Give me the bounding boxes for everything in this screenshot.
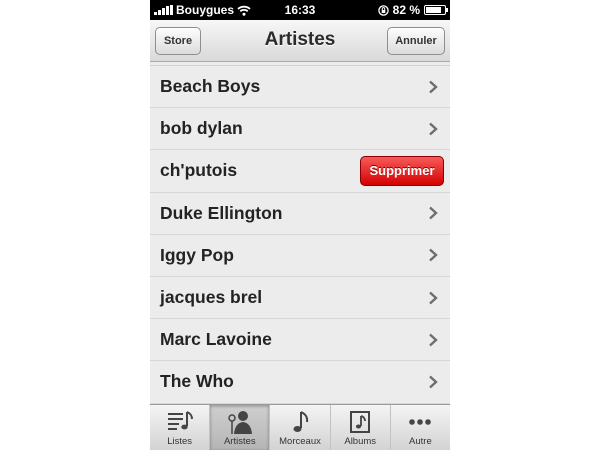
- artist-name: The Who: [160, 371, 234, 392]
- rotation-lock-icon: [377, 4, 389, 16]
- status-bar: Bouygues 16:33 82 %: [150, 0, 450, 20]
- tab-label: Albums: [344, 436, 377, 447]
- chevron-right-icon: [429, 375, 438, 389]
- list-item[interactable]: Iggy Pop: [150, 234, 450, 277]
- delete-button[interactable]: Supprimer: [360, 155, 444, 186]
- chevron-right-icon: [429, 122, 438, 136]
- more-icon: [409, 419, 432, 425]
- artist-list: Beach Boys bob dylan ch'putois Supprimer…: [150, 62, 450, 404]
- battery-icon: [424, 5, 448, 15]
- battery-percent: 82 %: [392, 3, 420, 17]
- list-item[interactable]: Duke Ellington: [150, 192, 450, 235]
- artist-name: Duke Ellington: [160, 202, 283, 223]
- tab-label: Morceaux: [279, 436, 321, 447]
- playlist-icon: [167, 411, 193, 430]
- tab-artistes[interactable]: Artistes: [209, 405, 270, 450]
- cancel-button[interactable]: Annuler: [387, 27, 445, 55]
- artist-name: jacques brel: [160, 287, 263, 308]
- artist-name: Iggy Pop: [160, 244, 234, 265]
- tab-autre[interactable]: Autre: [389, 405, 450, 450]
- navigation-bar: Store Artistes Annuler: [150, 20, 450, 62]
- signal-icon: [154, 5, 173, 15]
- album-icon: [350, 411, 371, 433]
- artist-name: Beach Boys: [160, 76, 261, 97]
- list-item[interactable]: ch'putois Supprimer: [150, 150, 450, 193]
- phone-screen: Bouygues 16:33 82 % Store Artistes Annul…: [150, 0, 450, 450]
- tab-label: Artistes: [223, 436, 256, 447]
- chevron-right-icon: [429, 248, 438, 262]
- list-item[interactable]: bob dylan: [150, 108, 450, 151]
- chevron-right-icon: [429, 206, 438, 220]
- tab-label: Listes: [167, 436, 193, 447]
- artist-name: bob dylan: [160, 118, 243, 139]
- status-left: Bouygues: [154, 0, 251, 20]
- list-item[interactable]: Beach Boys: [150, 66, 450, 109]
- artist-icon: [228, 411, 252, 434]
- chevron-right-icon: [429, 333, 438, 347]
- music-note-icon: [293, 411, 309, 432]
- wifi-icon: [237, 5, 251, 16]
- tab-listes[interactable]: Listes: [150, 405, 209, 450]
- artist-name: ch'putois: [160, 160, 238, 181]
- status-right: 82 %: [377, 0, 448, 20]
- artist-name: Marc Lavoine: [160, 329, 272, 350]
- chevron-right-icon: [429, 80, 438, 93]
- tab-bar: Listes Artistes Morceaux Albums Autre: [150, 404, 450, 450]
- tab-morceaux[interactable]: Morceaux: [269, 405, 329, 450]
- chevron-right-icon: [429, 291, 438, 304]
- carrier-name: Bouygues: [176, 3, 235, 17]
- tab-albums[interactable]: Albums: [329, 405, 390, 450]
- list-item[interactable]: jacques brel: [150, 276, 450, 320]
- tab-label: Autre: [409, 436, 432, 447]
- list-item[interactable]: Marc Lavoine: [150, 319, 450, 362]
- list-item[interactable]: The Who: [150, 361, 450, 404]
